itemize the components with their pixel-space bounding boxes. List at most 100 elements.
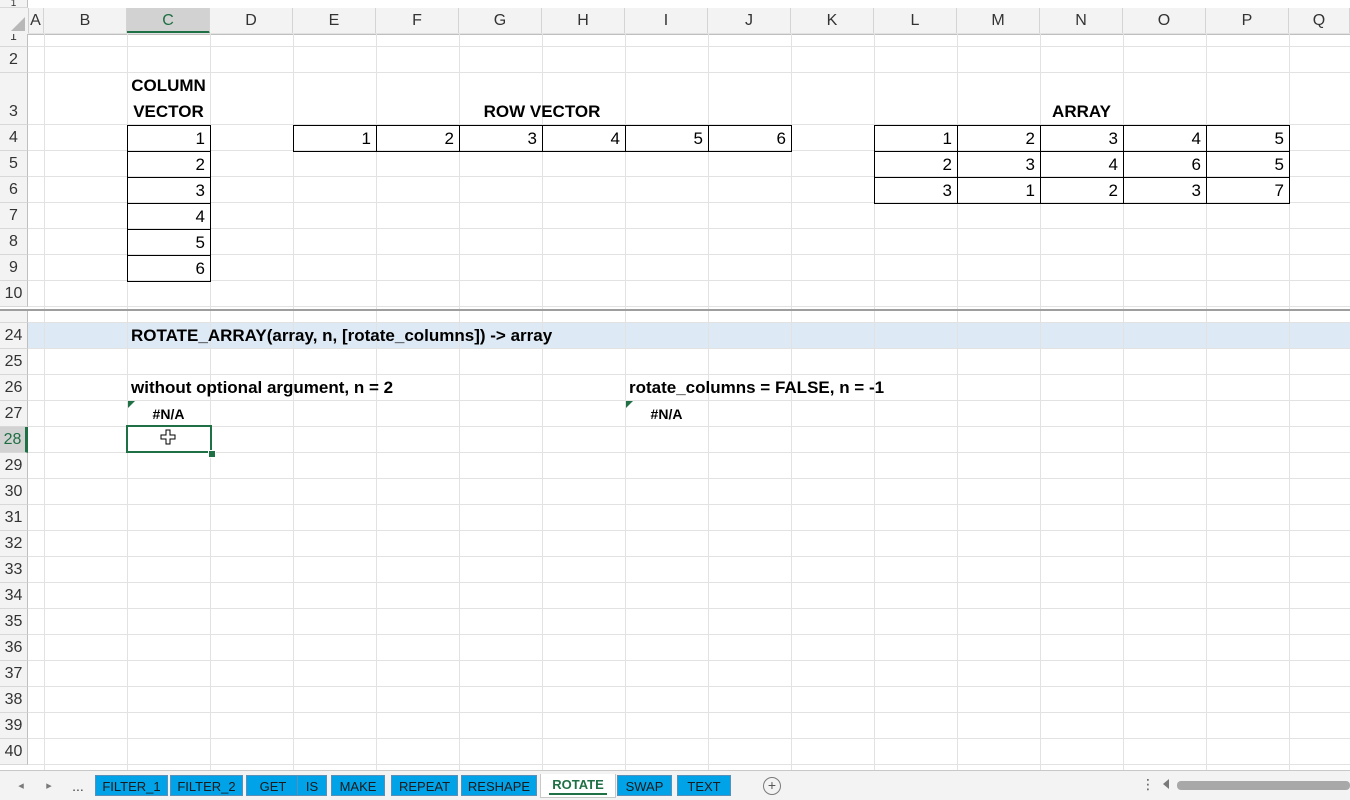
row-header-31[interactable]: 31 [0, 505, 28, 531]
sheet-tab-get[interactable]: GET [246, 775, 300, 796]
row-header-24[interactable]: 24 [0, 323, 28, 349]
row-header-6[interactable]: 6 [0, 177, 28, 203]
column-header-K[interactable]: K [791, 8, 874, 34]
column-header-D[interactable]: D [210, 8, 293, 34]
add-sheet-icon[interactable]: + [763, 777, 781, 795]
array-cell[interactable]: 1 [957, 177, 1041, 204]
row-header-2[interactable]: 2 [0, 47, 28, 73]
row-header-1[interactable]: 1 [0, 34, 28, 47]
row-header-36[interactable]: 36 [0, 635, 28, 661]
scroll-left-icon[interactable] [1163, 779, 1169, 789]
array-cell[interactable]: 1 [874, 125, 958, 152]
row-vector-cell[interactable]: 5 [625, 125, 709, 152]
row-header-7[interactable]: 7 [0, 203, 28, 229]
next-sheet-button[interactable]: ▸ [40, 775, 58, 797]
column-vector-cell[interactable]: 2 [127, 151, 211, 178]
column-vector-cell[interactable]: 1 [127, 125, 211, 152]
row-header-26[interactable]: 26 [0, 375, 28, 401]
sheet-tab-is[interactable]: IS [297, 775, 327, 796]
column-vector-cell[interactable]: 4 [127, 203, 211, 230]
row-header-28[interactable]: 28 [0, 427, 28, 453]
row-header-25[interactable]: 25 [0, 349, 28, 375]
row-header-35[interactable]: 35 [0, 609, 28, 635]
array-cell[interactable]: 3 [957, 151, 1041, 178]
row-vector-cell[interactable]: 2 [376, 125, 460, 152]
row-header-40[interactable]: 40 [0, 739, 28, 765]
sheet-tab-filter-2[interactable]: FILTER_2 [170, 775, 243, 796]
array-cell[interactable]: 3 [874, 177, 958, 204]
array-cell[interactable]: 2 [957, 125, 1041, 152]
row-header-8[interactable]: 8 [0, 229, 28, 255]
row-header-9[interactable]: 9 [0, 255, 28, 281]
sheet-tab-text[interactable]: TEXT [677, 775, 731, 796]
array-cell[interactable]: 2 [874, 151, 958, 178]
column-vector-cell[interactable]: 6 [127, 255, 211, 282]
array-cell[interactable]: 6 [1123, 151, 1207, 178]
row-header-27[interactable]: 27 [0, 401, 28, 427]
column-header-B[interactable]: B [44, 8, 127, 34]
freeze-pane-divider[interactable] [0, 309, 1350, 311]
array-cell[interactable]: 4 [1040, 151, 1124, 178]
row-header-10[interactable]: 10 [0, 281, 28, 307]
column-vector-cell[interactable]: 3 [127, 177, 211, 204]
result-cell-i27[interactable]: #N/A [625, 401, 708, 427]
row-header-3[interactable]: 3 [0, 73, 28, 125]
column-header-Q[interactable]: Q [1289, 8, 1350, 34]
row-header-32[interactable]: 32 [0, 531, 28, 557]
row-header-39[interactable]: 39 [0, 713, 28, 739]
array-cell[interactable]: 5 [1206, 151, 1290, 178]
sheet-tab-filter-1[interactable]: FILTER_1 [95, 775, 168, 796]
row-header-37[interactable]: 37 [0, 661, 28, 687]
column-header-O[interactable]: O [1123, 8, 1206, 34]
row-vector-cell[interactable]: 3 [459, 125, 543, 152]
sheet-tab-reshape[interactable]: RESHAPE [461, 775, 537, 796]
more-options-icon[interactable]: ⋮ [1141, 776, 1155, 793]
array-cell[interactable]: 7 [1206, 177, 1290, 204]
array-cell[interactable]: 2 [1040, 177, 1124, 204]
row-header-5[interactable]: 5 [0, 151, 28, 177]
column-header-E[interactable]: E [293, 8, 376, 34]
prev-sheet-button[interactable]: ◂ [12, 775, 30, 797]
column-header-N[interactable]: N [1040, 8, 1123, 34]
column-header-J[interactable]: J [708, 8, 791, 34]
horizontal-scrollbar[interactable] [1177, 781, 1350, 790]
select-all-button[interactable] [0, 8, 29, 34]
array-cell[interactable]: 4 [1123, 125, 1207, 152]
row-header-4[interactable]: 4 [0, 125, 28, 151]
example-rotate-columns-false[interactable]: rotate_columns = FALSE, n = -1 [629, 375, 884, 401]
array-cell[interactable]: 3 [1040, 125, 1124, 152]
row-header-34[interactable]: 34 [0, 583, 28, 609]
more-sheets-button[interactable]: ... [66, 775, 90, 797]
column-header-G[interactable]: G [459, 8, 542, 34]
row-header-33[interactable]: 33 [0, 557, 28, 583]
fill-handle[interactable] [208, 450, 216, 458]
column-vector-cell[interactable]: 5 [127, 229, 211, 256]
column-header-H[interactable]: H [542, 8, 625, 34]
row-vector-cell[interactable]: 1 [293, 125, 377, 152]
row-header-38[interactable]: 38 [0, 687, 28, 713]
array-cell[interactable]: 3 [1123, 177, 1207, 204]
column-header-L[interactable]: L [874, 8, 957, 34]
sheet-tab-make[interactable]: MAKE [331, 775, 385, 796]
row-header-1[interactable]: 1 [0, 0, 28, 8]
column-header-C[interactable]: C [127, 8, 210, 34]
column-header-A[interactable]: A [28, 8, 44, 34]
array-cell[interactable]: 5 [1206, 125, 1290, 152]
example-without-optional[interactable]: without optional argument, n = 2 [131, 375, 393, 401]
column-header-P[interactable]: P [1206, 8, 1289, 34]
gridline-horizontal [28, 712, 1350, 713]
row-header-29[interactable]: 29 [0, 453, 28, 479]
gridline-horizontal [28, 686, 1350, 687]
row-vector-cell[interactable]: 4 [542, 125, 626, 152]
sheet-tab-repeat[interactable]: REPEAT [391, 775, 458, 796]
column-header-F[interactable]: F [376, 8, 459, 34]
row-header-30[interactable]: 30 [0, 479, 28, 505]
function-signature[interactable]: ROTATE_ARRAY(array, n, [rotate_columns])… [131, 323, 552, 349]
column-header-M[interactable]: M [957, 8, 1040, 34]
sheet-tab-rotate[interactable]: ROTATE [540, 774, 616, 798]
row-vector-cell[interactable]: 6 [708, 125, 792, 152]
column-header-I[interactable]: I [625, 8, 708, 34]
gridline-horizontal [28, 228, 1350, 229]
result-cell-c27[interactable]: #N/A [127, 401, 210, 427]
sheet-tab-swap[interactable]: SWAP [617, 775, 672, 796]
